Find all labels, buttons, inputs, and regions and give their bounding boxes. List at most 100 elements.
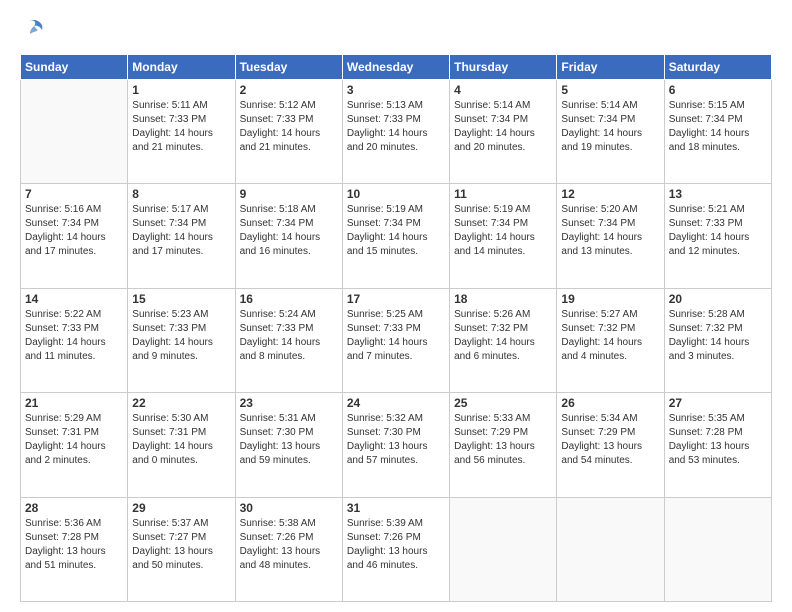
day-number: 11 bbox=[454, 187, 552, 201]
day-cell: 3 Sunrise: 5:13 AM Sunset: 7:33 PM Daylig… bbox=[342, 80, 449, 184]
day-number: 26 bbox=[561, 396, 659, 410]
day-info: Sunrise: 5:26 AM Sunset: 7:32 PM Dayligh… bbox=[454, 308, 552, 364]
day-cell: 23 Sunrise: 5:31 AM Sunset: 7:30 PM Dayli… bbox=[235, 393, 342, 497]
day-number: 31 bbox=[347, 501, 445, 515]
day-cell: 12 Sunrise: 5:20 AM Sunset: 7:34 PM Dayli… bbox=[557, 184, 664, 288]
day-info: Sunrise: 5:32 AM Sunset: 7:30 PM Dayligh… bbox=[347, 412, 445, 468]
day-cell: 10 Sunrise: 5:19 AM Sunset: 7:34 PM Dayli… bbox=[342, 184, 449, 288]
day-number: 12 bbox=[561, 187, 659, 201]
day-cell: 31 Sunrise: 5:39 AM Sunset: 7:26 PM Dayli… bbox=[342, 497, 449, 601]
day-cell: 9Sunrise: 5:18 AM Sunset: 7:34 PM Daylig… bbox=[235, 184, 342, 288]
week-row-1: 1 Sunrise: 5:11 AM Sunset: 7:33 PM Daylig… bbox=[21, 80, 772, 184]
day-number: 6 bbox=[669, 83, 767, 97]
day-info: Sunrise: 5:28 AM Sunset: 7:32 PM Dayligh… bbox=[669, 308, 767, 364]
week-row-3: 14Sunrise: 5:22 AM Sunset: 7:33 PM Dayli… bbox=[21, 288, 772, 392]
day-info: Sunrise: 5:19 AM Sunset: 7:34 PM Dayligh… bbox=[454, 203, 552, 259]
day-cell: 4Sunrise: 5:14 AM Sunset: 7:34 PM Daylig… bbox=[450, 80, 557, 184]
day-info: Sunrise: 5:29 AM Sunset: 7:31 PM Dayligh… bbox=[25, 412, 123, 468]
day-info: Sunrise: 5:13 AM Sunset: 7:33 PM Dayligh… bbox=[347, 99, 445, 155]
day-number: 16 bbox=[240, 292, 338, 306]
week-row-4: 21 Sunrise: 5:29 AM Sunset: 7:31 PM Dayli… bbox=[21, 393, 772, 497]
day-cell: 27 Sunrise: 5:35 AM Sunset: 7:28 PM Dayli… bbox=[664, 393, 771, 497]
day-number: 23 bbox=[240, 396, 338, 410]
day-cell bbox=[557, 497, 664, 601]
header bbox=[20, 16, 772, 44]
day-number: 13 bbox=[669, 187, 767, 201]
day-cell: 25 Sunrise: 5:33 AM Sunset: 7:29 PM Dayli… bbox=[450, 393, 557, 497]
day-info: Sunrise: 5:22 AM Sunset: 7:33 PM Dayligh… bbox=[25, 308, 123, 364]
day-info: Sunrise: 5:14 AM Sunset: 7:34 PM Dayligh… bbox=[454, 99, 552, 155]
day-cell: 17Sunrise: 5:25 AM Sunset: 7:33 PM Dayli… bbox=[342, 288, 449, 392]
col-header-sunday: Sunday bbox=[21, 55, 128, 80]
day-cell: 14Sunrise: 5:22 AM Sunset: 7:33 PM Dayli… bbox=[21, 288, 128, 392]
col-header-friday: Friday bbox=[557, 55, 664, 80]
day-info: Sunrise: 5:19 AM Sunset: 7:34 PM Dayligh… bbox=[347, 203, 445, 259]
day-cell bbox=[21, 80, 128, 184]
logo bbox=[20, 16, 52, 44]
day-number: 21 bbox=[25, 396, 123, 410]
day-cell bbox=[664, 497, 771, 601]
day-cell: 24Sunrise: 5:32 AM Sunset: 7:30 PM Dayli… bbox=[342, 393, 449, 497]
day-info: Sunrise: 5:39 AM Sunset: 7:26 PM Dayligh… bbox=[347, 517, 445, 573]
day-number: 3 bbox=[347, 83, 445, 97]
day-cell: 19 Sunrise: 5:27 AM Sunset: 7:32 PM Dayli… bbox=[557, 288, 664, 392]
week-row-5: 28Sunrise: 5:36 AM Sunset: 7:28 PM Dayli… bbox=[21, 497, 772, 601]
day-number: 9 bbox=[240, 187, 338, 201]
day-number: 25 bbox=[454, 396, 552, 410]
day-info: Sunrise: 5:14 AM Sunset: 7:34 PM Dayligh… bbox=[561, 99, 659, 155]
week-row-2: 7 Sunrise: 5:16 AM Sunset: 7:34 PM Daylig… bbox=[21, 184, 772, 288]
day-cell: 5 Sunrise: 5:14 AM Sunset: 7:34 PM Daylig… bbox=[557, 80, 664, 184]
day-cell: 16 Sunrise: 5:24 AM Sunset: 7:33 PM Dayli… bbox=[235, 288, 342, 392]
day-number: 2 bbox=[240, 83, 338, 97]
day-info: Sunrise: 5:17 AM Sunset: 7:34 PM Dayligh… bbox=[132, 203, 230, 259]
day-cell: 2 Sunrise: 5:12 AM Sunset: 7:33 PM Daylig… bbox=[235, 80, 342, 184]
page: SundayMondayTuesdayWednesdayThursdayFrid… bbox=[0, 0, 792, 612]
day-number: 1 bbox=[132, 83, 230, 97]
day-number: 27 bbox=[669, 396, 767, 410]
day-number: 19 bbox=[561, 292, 659, 306]
day-info: Sunrise: 5:24 AM Sunset: 7:33 PM Dayligh… bbox=[240, 308, 338, 364]
day-cell: 21 Sunrise: 5:29 AM Sunset: 7:31 PM Dayli… bbox=[21, 393, 128, 497]
day-info: Sunrise: 5:12 AM Sunset: 7:33 PM Dayligh… bbox=[240, 99, 338, 155]
day-cell: 8Sunrise: 5:17 AM Sunset: 7:34 PM Daylig… bbox=[128, 184, 235, 288]
day-info: Sunrise: 5:31 AM Sunset: 7:30 PM Dayligh… bbox=[240, 412, 338, 468]
day-number: 28 bbox=[25, 501, 123, 515]
logo-icon bbox=[20, 16, 48, 44]
day-number: 10 bbox=[347, 187, 445, 201]
day-cell: 15Sunrise: 5:23 AM Sunset: 7:33 PM Dayli… bbox=[128, 288, 235, 392]
day-number: 30 bbox=[240, 501, 338, 515]
calendar-table: SundayMondayTuesdayWednesdayThursdayFrid… bbox=[20, 54, 772, 602]
day-cell: 22Sunrise: 5:30 AM Sunset: 7:31 PM Dayli… bbox=[128, 393, 235, 497]
day-cell: 18 Sunrise: 5:26 AM Sunset: 7:32 PM Dayli… bbox=[450, 288, 557, 392]
col-header-thursday: Thursday bbox=[450, 55, 557, 80]
day-info: Sunrise: 5:15 AM Sunset: 7:34 PM Dayligh… bbox=[669, 99, 767, 155]
day-info: Sunrise: 5:27 AM Sunset: 7:32 PM Dayligh… bbox=[561, 308, 659, 364]
day-info: Sunrise: 5:23 AM Sunset: 7:33 PM Dayligh… bbox=[132, 308, 230, 364]
day-cell: 20Sunrise: 5:28 AM Sunset: 7:32 PM Dayli… bbox=[664, 288, 771, 392]
day-info: Sunrise: 5:16 AM Sunset: 7:34 PM Dayligh… bbox=[25, 203, 123, 259]
day-info: Sunrise: 5:21 AM Sunset: 7:33 PM Dayligh… bbox=[669, 203, 767, 259]
day-info: Sunrise: 5:35 AM Sunset: 7:28 PM Dayligh… bbox=[669, 412, 767, 468]
day-info: Sunrise: 5:38 AM Sunset: 7:26 PM Dayligh… bbox=[240, 517, 338, 573]
day-cell: 13 Sunrise: 5:21 AM Sunset: 7:33 PM Dayli… bbox=[664, 184, 771, 288]
day-number: 29 bbox=[132, 501, 230, 515]
col-header-wednesday: Wednesday bbox=[342, 55, 449, 80]
day-info: Sunrise: 5:11 AM Sunset: 7:33 PM Dayligh… bbox=[132, 99, 230, 155]
day-number: 5 bbox=[561, 83, 659, 97]
day-cell: 11 Sunrise: 5:19 AM Sunset: 7:34 PM Dayli… bbox=[450, 184, 557, 288]
day-number: 7 bbox=[25, 187, 123, 201]
day-cell: 1 Sunrise: 5:11 AM Sunset: 7:33 PM Daylig… bbox=[128, 80, 235, 184]
day-info: Sunrise: 5:33 AM Sunset: 7:29 PM Dayligh… bbox=[454, 412, 552, 468]
col-header-saturday: Saturday bbox=[664, 55, 771, 80]
day-info: Sunrise: 5:34 AM Sunset: 7:29 PM Dayligh… bbox=[561, 412, 659, 468]
day-cell: 30 Sunrise: 5:38 AM Sunset: 7:26 PM Dayli… bbox=[235, 497, 342, 601]
day-cell: 29 Sunrise: 5:37 AM Sunset: 7:27 PM Dayli… bbox=[128, 497, 235, 601]
header-row: SundayMondayTuesdayWednesdayThursdayFrid… bbox=[21, 55, 772, 80]
col-header-monday: Monday bbox=[128, 55, 235, 80]
col-header-tuesday: Tuesday bbox=[235, 55, 342, 80]
day-info: Sunrise: 5:37 AM Sunset: 7:27 PM Dayligh… bbox=[132, 517, 230, 573]
day-cell: 28Sunrise: 5:36 AM Sunset: 7:28 PM Dayli… bbox=[21, 497, 128, 601]
day-number: 18 bbox=[454, 292, 552, 306]
day-info: Sunrise: 5:25 AM Sunset: 7:33 PM Dayligh… bbox=[347, 308, 445, 364]
day-info: Sunrise: 5:20 AM Sunset: 7:34 PM Dayligh… bbox=[561, 203, 659, 259]
